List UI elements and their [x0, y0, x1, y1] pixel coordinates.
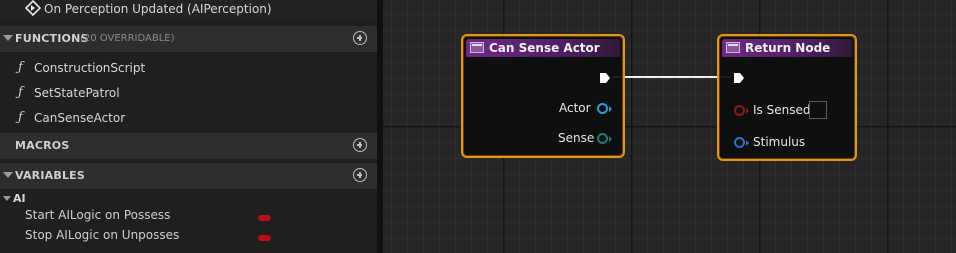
sense-pin-icon[interactable] — [597, 133, 608, 144]
pin-label-actor: Actor — [559, 101, 591, 115]
macros-title: MACROS — [15, 139, 70, 152]
is-sensed-pin-arrow-icon — [746, 108, 749, 114]
collapse-arrow-icon[interactable] — [3, 35, 13, 41]
bool-type-icon — [258, 235, 271, 241]
pin-label-is-sensed: Is Sensed — [753, 103, 811, 117]
functions-overridable-count: (20 OVERRIDABLE) — [80, 33, 175, 44]
variables-section-header[interactable]: VARIABLES — [0, 163, 377, 189]
function-label: CanSenseActor — [34, 111, 126, 125]
actor-pin-arrow-icon — [609, 106, 612, 112]
pin-label-sense: Sense — [558, 131, 595, 145]
construction-function-icon: ƒ — [18, 60, 23, 75]
exec-in-pin-icon[interactable] — [733, 72, 745, 84]
variable-item-start-ailogic[interactable]: Start AILogic on Possess — [25, 208, 271, 228]
functions-section-header[interactable]: FUNCTIONS (20 OVERRIDABLE) — [0, 26, 377, 52]
add-macro-icon[interactable] — [353, 138, 367, 152]
macros-section-header[interactable]: MACROS — [0, 133, 377, 159]
stimulus-pin-arrow-icon — [746, 140, 749, 146]
function-icon: ƒ — [18, 110, 23, 125]
is-sensed-checkbox[interactable] — [809, 101, 827, 119]
variables-title: VARIABLES — [15, 169, 85, 182]
collapse-arrow-icon[interactable] — [3, 196, 11, 201]
exec-wire — [613, 76, 731, 78]
function-icon: ƒ — [18, 85, 23, 100]
collapse-arrow-icon[interactable] — [3, 172, 13, 178]
event-icon — [25, 0, 41, 16]
bool-type-icon — [258, 215, 271, 221]
node-can-sense-actor[interactable]: Can Sense Actor Actor Sense — [461, 34, 625, 158]
stimulus-pin-icon[interactable] — [734, 137, 745, 148]
function-label: ConstructionScript — [34, 61, 146, 75]
is-sensed-pin-icon[interactable] — [734, 105, 745, 116]
node-return-node[interactable]: Return Node Is Sensed Stimulus — [717, 34, 857, 161]
category-label: AI — [13, 192, 26, 205]
my-blueprint-panel: On Perception Updated (AIPerception) FUN… — [0, 0, 377, 253]
pin-label-stimulus: Stimulus — [753, 135, 806, 149]
node-header[interactable]: Return Node — [722, 39, 852, 57]
actor-pin-icon[interactable] — [597, 103, 608, 114]
exec-out-pin-icon[interactable] — [599, 72, 611, 84]
node-title: Return Node — [745, 41, 831, 55]
variable-label: Start AILogic on Possess — [25, 208, 171, 222]
add-variable-icon[interactable] — [353, 168, 367, 182]
function-label: SetStatePatrol — [34, 86, 120, 100]
functions-title: FUNCTIONS — [15, 32, 89, 45]
add-function-icon[interactable] — [353, 31, 367, 45]
node-title: Can Sense Actor — [489, 41, 600, 55]
variable-category-ai[interactable]: AI — [3, 191, 377, 207]
variable-item-stop-ailogic[interactable]: Stop AILogic on Unposses — [25, 228, 271, 248]
variable-label: Stop AILogic on Unposses — [25, 228, 180, 242]
function-node-icon — [726, 42, 740, 53]
function-node-icon — [470, 42, 484, 53]
blueprint-editor: On Perception Updated (AIPerception) FUN… — [0, 0, 956, 253]
graph-canvas[interactable]: Can Sense Actor Actor Sense Return Node — [383, 0, 956, 253]
sense-pin-arrow-icon — [609, 136, 612, 142]
event-item-label: On Perception Updated (AIPerception) — [44, 2, 272, 16]
node-header[interactable]: Can Sense Actor — [466, 39, 620, 57]
event-item[interactable]: On Perception Updated (AIPerception) — [0, 0, 377, 20]
